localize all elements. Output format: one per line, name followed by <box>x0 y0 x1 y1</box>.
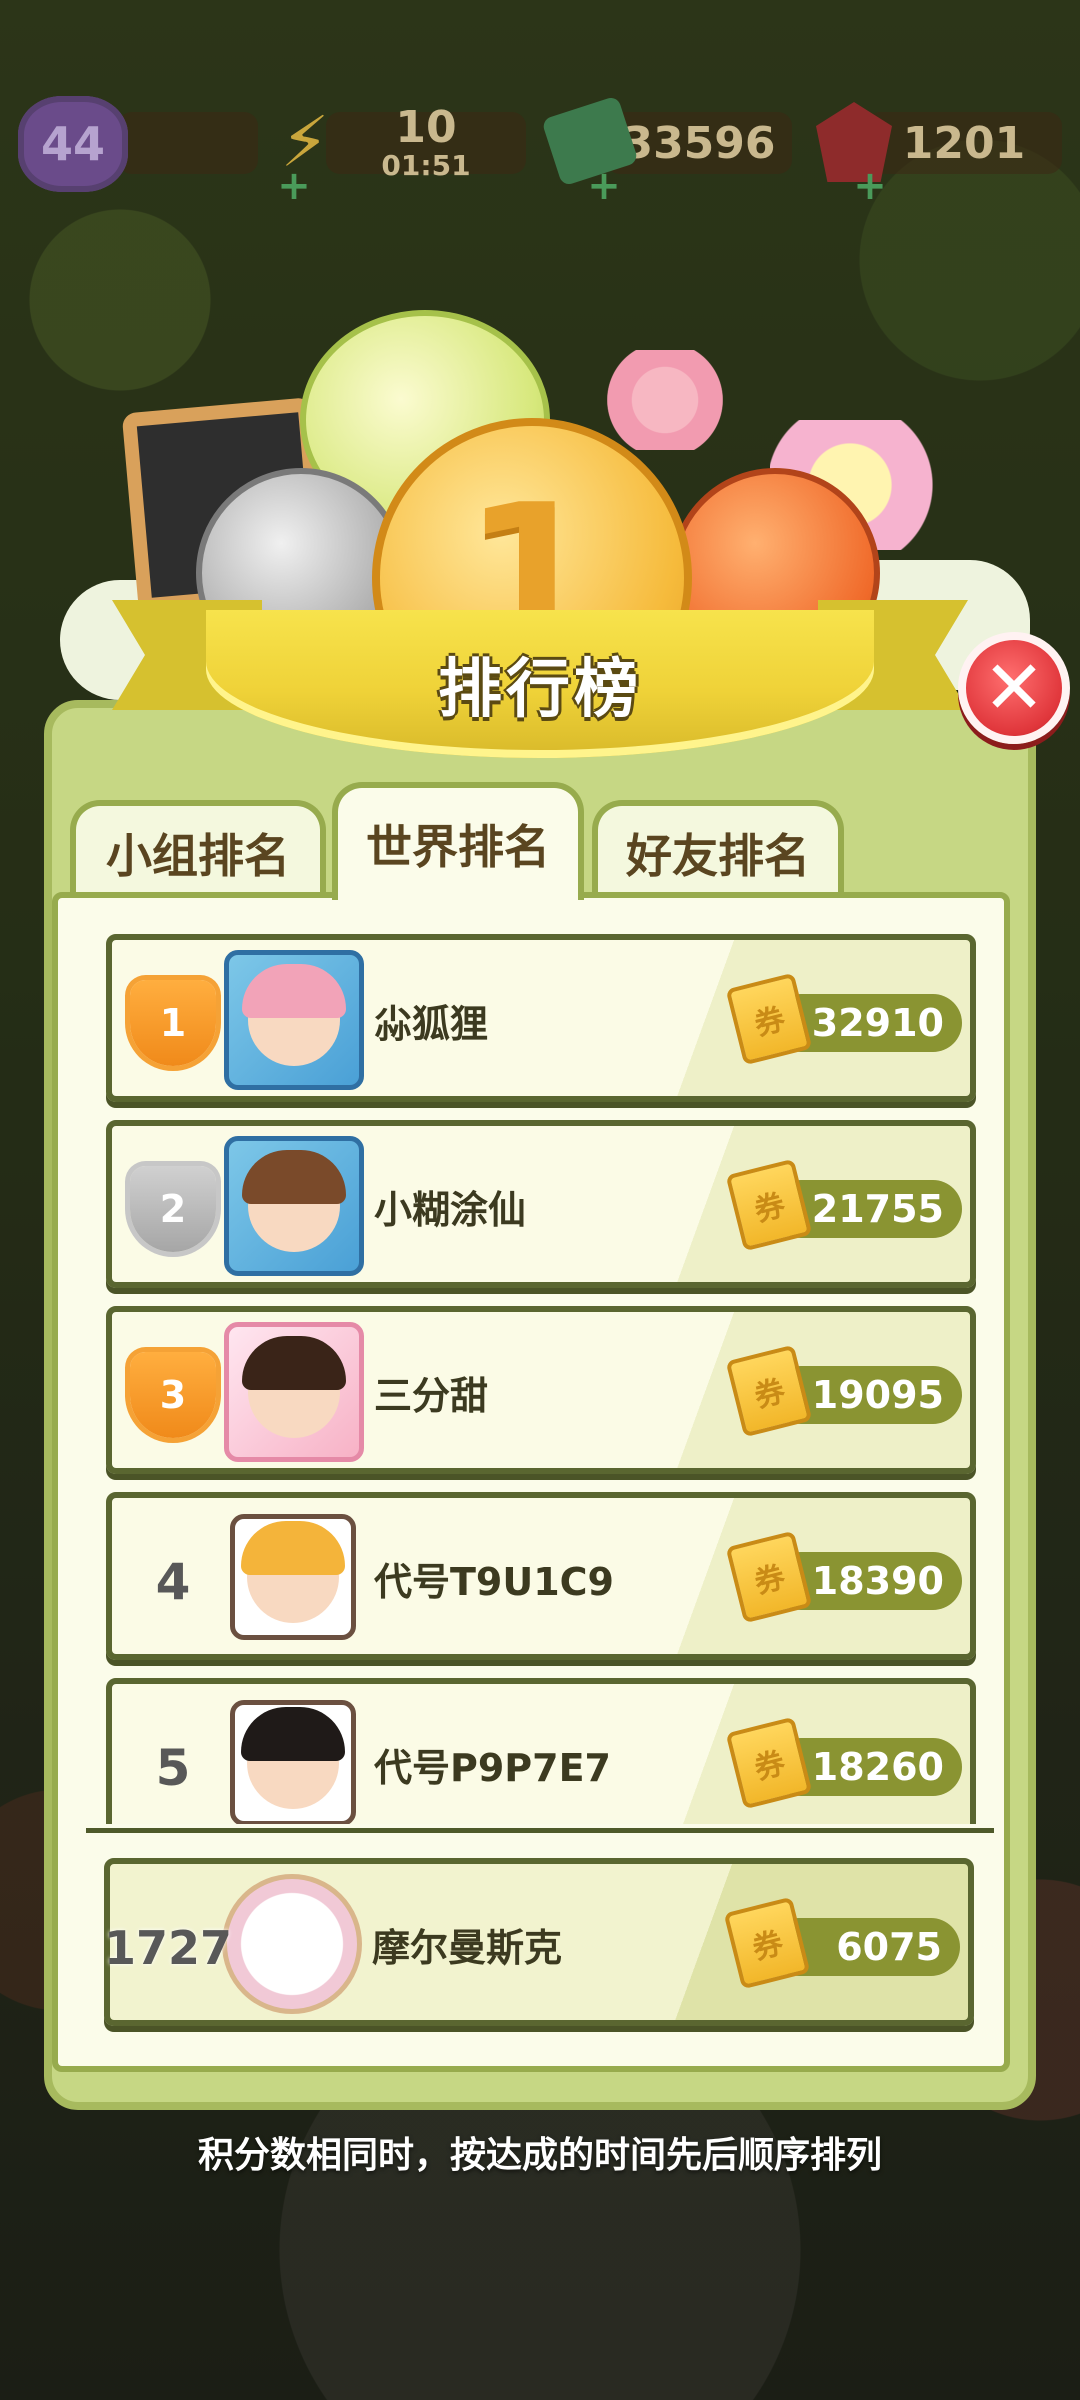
list-divider <box>86 1828 994 1833</box>
resource-bar: 44 10 01:51 ⚡ + 33596 + 1201 + <box>0 95 1080 206</box>
ranking-row[interactable]: 3 三分甜 19095 券 <box>106 1306 976 1474</box>
level-badge[interactable]: 44 <box>18 96 128 192</box>
rank-number: 4 <box>155 1553 191 1611</box>
flower-decoration <box>600 350 730 450</box>
cash-value: 33596 <box>622 117 776 169</box>
add-cash-icon[interactable]: + <box>586 166 622 206</box>
energy-counter[interactable]: 10 01:51 <box>326 106 526 180</box>
ranking-row[interactable]: 1 尛狐狸 32910 券 <box>106 934 976 1102</box>
add-gem-icon[interactable]: + <box>852 166 888 206</box>
rank-number: 1 <box>159 1001 187 1045</box>
gem-value: 1201 <box>902 117 1026 169</box>
score-value: 21755 <box>811 1187 944 1231</box>
ranking-list[interactable]: 1 尛狐狸 32910 券 2 小糊涂仙 21755 券 3 三分甜 19095… <box>92 920 988 1824</box>
my-ranking-row[interactable]: 1727 摩尔曼斯克 6075 券 <box>104 1858 974 2026</box>
close-icon: ✕ <box>982 645 1045 731</box>
my-rank-number: 1727 <box>103 1921 233 1975</box>
ticket-icon: 券 <box>725 1158 813 1252</box>
ticket-icon: 券 <box>723 1896 811 1990</box>
avatar[interactable] <box>224 1322 364 1462</box>
tab-group-ranking[interactable]: 小组排名 <box>70 800 326 900</box>
rank-number: 5 <box>155 1739 191 1797</box>
ticket-icon: 券 <box>725 1344 813 1438</box>
ranking-row[interactable]: 4 代号T9U1C9 18390 券 <box>106 1492 976 1660</box>
my-score-value: 6075 <box>836 1925 942 1969</box>
ticket-icon: 券 <box>725 1716 813 1810</box>
ticket-icon: 券 <box>725 1530 813 1624</box>
score-value: 18260 <box>811 1745 944 1789</box>
energy-value: 10 <box>395 102 457 153</box>
my-player-name: 摩尔曼斯克 <box>372 1925 563 1970</box>
player-name: 代号P9P7E7 <box>374 1745 611 1790</box>
player-name: 代号T9U1C9 <box>374 1559 614 1604</box>
rank-number: 2 <box>159 1187 187 1231</box>
score-value: 19095 <box>811 1373 944 1417</box>
ranking-rule-note: 积分数相同时，按达成的时间先后顺序排列 <box>197 2135 882 2176</box>
rank-number: 3 <box>159 1373 187 1417</box>
tab-friend-ranking[interactable]: 好友排名 <box>592 800 844 900</box>
avatar[interactable] <box>224 950 364 1090</box>
ranking-row[interactable]: 5 代号P9P7E7 18260 券 <box>106 1678 976 1824</box>
my-avatar[interactable] <box>222 1874 362 2014</box>
player-name: 三分甜 <box>374 1373 489 1418</box>
score-value: 18390 <box>811 1559 944 1603</box>
avatar[interactable] <box>230 1514 356 1640</box>
energy-timer: 01:51 <box>381 149 471 182</box>
player-name: 小糊涂仙 <box>374 1187 527 1232</box>
close-button[interactable]: ✕ <box>958 632 1070 744</box>
score-value: 32910 <box>811 1001 944 1045</box>
avatar[interactable] <box>230 1700 356 1824</box>
level-progress-bar[interactable] <box>118 112 258 174</box>
page-title: 排行榜 <box>438 653 642 727</box>
ticket-icon: 券 <box>725 972 813 1066</box>
player-name: 尛狐狸 <box>374 1001 489 1046</box>
cash-counter[interactable]: 33596 <box>606 112 792 174</box>
avatar[interactable] <box>224 1136 364 1276</box>
gem-counter[interactable]: 1201 <box>866 112 1062 174</box>
gold-trophy-icon: 1 <box>130 980 216 1066</box>
ranking-row[interactable]: 2 小糊涂仙 21755 券 <box>106 1120 976 1288</box>
tab-world-ranking[interactable]: 世界排名 <box>332 782 584 900</box>
silver-trophy-icon: 2 <box>130 1166 216 1252</box>
add-energy-icon[interactable]: + <box>276 166 312 206</box>
bronze-trophy-icon: 3 <box>130 1352 216 1438</box>
level-value: 44 <box>40 117 105 171</box>
